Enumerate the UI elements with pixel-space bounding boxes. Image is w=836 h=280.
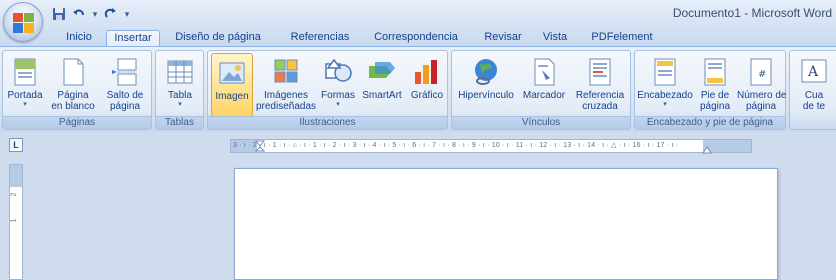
tab-referencias[interactable]: Referencias [280, 30, 360, 47]
undo-icon[interactable] [70, 5, 88, 23]
horizontal-ruler[interactable]: 3 · ı · 2 · ı · 1 · ı · ⌂ · ı · 1 · ı · … [230, 139, 752, 153]
hipervinculo-button[interactable]: Hipervínculo [455, 53, 517, 117]
group-label-vinculos: Vínculos [452, 116, 630, 129]
office-button[interactable] [3, 2, 43, 42]
group-label-tablas: Tablas [156, 116, 203, 129]
group-tablas: Tabla ▾ Tablas [155, 50, 204, 130]
chevron-down-icon: ▾ [336, 101, 340, 108]
page-number-icon: # [750, 58, 772, 86]
tab-revisar[interactable]: Revisar [476, 30, 530, 47]
bookmark-icon [534, 58, 555, 86]
tab-diseno-pagina[interactable]: Diseño de página [170, 30, 266, 47]
salto-de-pagina-button[interactable]: Salto de página [101, 53, 149, 117]
vertical-ruler-margin [10, 165, 22, 187]
undo-dropdown-icon[interactable]: ▾ [90, 5, 100, 23]
hyperlink-globe-icon [475, 59, 497, 85]
header-icon [654, 58, 676, 86]
cover-page-icon [14, 58, 36, 86]
numero-de-pagina-button[interactable]: # Número de página [737, 53, 786, 117]
encabezado-button[interactable]: Encabezado ▾ [637, 53, 693, 117]
smartart-icon [369, 62, 395, 78]
customize-qat-icon[interactable]: ▾ [122, 5, 132, 23]
imagen-button[interactable]: Imagen [211, 53, 253, 117]
portada-button[interactable]: Portada ▾ [5, 53, 45, 117]
group-label-paginas: Páginas [3, 116, 151, 129]
tab-vista[interactable]: Vista [535, 30, 575, 47]
ribbon: Portada ▾ Página en blanco Salto de pági… [0, 46, 836, 132]
cuadro-de-texto-button[interactable]: A Cua de te [792, 53, 836, 117]
vertical-ruler-number: 2 [10, 192, 18, 197]
group-texto: A Cua de te [789, 50, 836, 130]
marcador-button[interactable]: Marcador [519, 53, 569, 117]
clip-art-icon [274, 59, 298, 83]
save-icon[interactable] [50, 5, 68, 23]
right-indent-marker-icon[interactable] [702, 146, 712, 154]
group-encabezado-pie: Encabezado ▾ Pie de página # Número de p… [634, 50, 786, 130]
shapes-icon [325, 58, 352, 82]
tab-inicio[interactable]: Inicio [57, 30, 101, 47]
pie-de-pagina-button[interactable]: Pie de página [693, 53, 737, 117]
chart-icon [415, 60, 437, 84]
vertical-ruler[interactable]: 2 1 [9, 164, 23, 280]
page-break-icon [112, 58, 137, 86]
group-label-ilustraciones: Ilustraciones [208, 116, 447, 129]
window-title: Documento1 - Microsoft Word [672, 6, 832, 20]
svg-text:#: # [758, 69, 766, 80]
ruler-ticks: 3 · ı · 2 · ı · 1 · ı · ⌂ · ı · 1 · ı · … [233, 142, 679, 149]
formas-button[interactable]: Formas ▾ [319, 53, 357, 117]
grafico-button[interactable]: Gráfico [407, 53, 447, 117]
redo-icon[interactable] [102, 5, 120, 23]
group-ilustraciones: Imagen Imágenes prediseñadas Formas ▾ Sm… [207, 50, 448, 130]
vertical-ruler-number: 1 [10, 218, 18, 223]
quick-access-toolbar: ▾ ▾ [50, 4, 132, 24]
cross-reference-icon [589, 58, 611, 86]
title-bar: ▾ ▾ Documento1 - Microsoft Word [0, 0, 836, 28]
text-box-icon: A [801, 59, 827, 83]
tabla-button[interactable]: Tabla ▾ [159, 53, 201, 117]
chevron-down-icon: ▾ [663, 101, 667, 108]
imagenes-predisenadas-button[interactable]: Imágenes prediseñadas [255, 53, 317, 117]
tab-pdfelement[interactable]: PDFelement [585, 30, 659, 47]
group-label-encabezado: Encabezado y pie de página [635, 116, 785, 129]
svg-text:A: A [807, 64, 819, 80]
blank-page-icon [63, 58, 84, 86]
picture-icon [219, 62, 245, 84]
document-page[interactable] [234, 168, 778, 280]
referencia-cruzada-button[interactable]: Referencia cruzada [571, 53, 629, 117]
group-paginas: Portada ▾ Página en blanco Salto de pági… [2, 50, 152, 130]
ribbon-tabs: Inicio Insertar Diseño de página Referen… [0, 28, 836, 48]
group-vinculos: Hipervínculo Marcador Referencia cruzada… [451, 50, 631, 130]
footer-icon [704, 58, 726, 86]
tab-selector-button[interactable]: L [9, 138, 23, 152]
smartart-button[interactable]: SmartArt [359, 53, 405, 117]
office-logo-icon [13, 13, 34, 33]
pagina-en-blanco-button[interactable]: Página en blanco [47, 53, 99, 117]
table-icon [167, 60, 193, 84]
chevron-down-icon: ▾ [23, 101, 27, 108]
tab-correspondencia[interactable]: Correspondencia [366, 30, 466, 47]
chevron-down-icon: ▾ [178, 101, 182, 108]
